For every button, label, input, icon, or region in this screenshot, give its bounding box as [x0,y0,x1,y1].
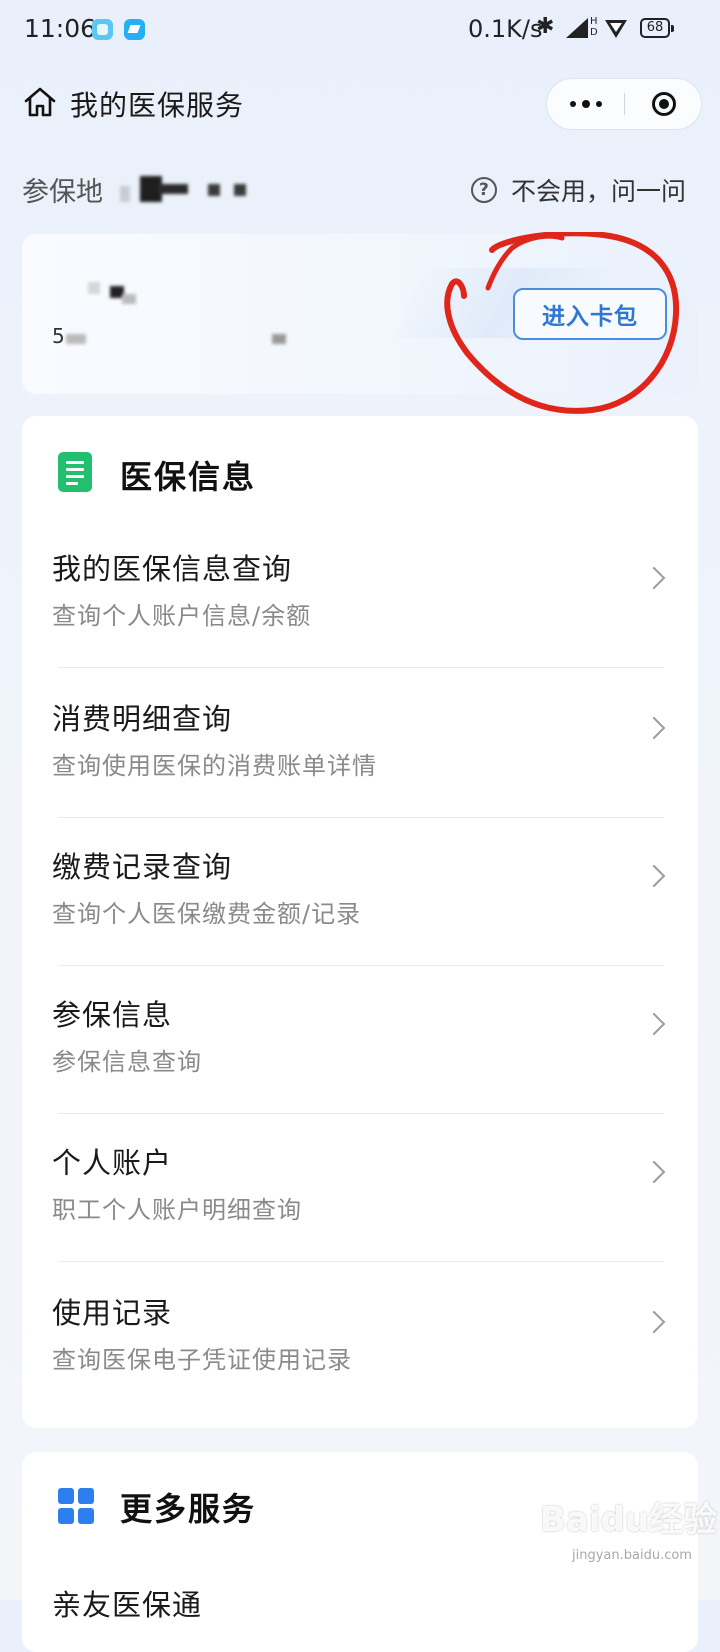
target-close-icon [651,92,676,116]
panel-title: 医保信息 [120,458,257,496]
enter-wallet-button[interactable]: 进入卡包 [513,288,667,340]
list-item-title: 个人账户 [52,1146,173,1180]
redacted-region-value [120,186,130,202]
app-notification-icon [124,19,145,40]
medical-insurance-card[interactable]: 5 进入卡包 [22,234,698,394]
chevron-right-icon [642,716,666,740]
document-icon [58,452,92,492]
chevron-right-icon [642,1160,666,1184]
help-text: 不会用，问一问 [510,177,686,206]
list-item[interactable]: 使用记录 查询医保电子凭证使用记录 [22,1260,698,1412]
list-item-title: 使用记录 [52,1296,173,1330]
list-item-subtitle: 查询使用医保的消费账单详情 [52,752,377,780]
chevron-right-icon [642,1310,666,1334]
question-circle-icon: ? [470,177,497,203]
redacted-id [66,334,86,344]
app-notification-icon [92,19,113,40]
list-item[interactable]: 消费明细查询 查询使用医保的消费账单详情 [22,666,698,818]
medical-info-panel: 医保信息 我的医保信息查询 查询个人账户信息/余额 消费明细查询 查询使用医保的… [22,416,698,1428]
chevron-right-icon [642,1012,666,1036]
list-item-subtitle: 查询医保电子凭证使用记录 [52,1346,352,1374]
signal-icon [566,18,588,38]
list-item-subtitle: 查询个人医保缴费金额/记录 [52,900,362,928]
status-time: 11:06 [24,14,97,43]
redacted-region-value [158,184,188,194]
bluetooth-icon: ✱ [536,14,555,39]
chevron-right-icon [642,864,666,888]
list-item-subtitle: 职工个人账户明细查询 [52,1196,302,1224]
list-item-subtitle: 参保信息查询 [52,1048,202,1076]
mini-program-capsule [546,78,702,130]
baidu-watermark-url: jingyan.baidu.com [572,1548,692,1563]
list-item[interactable]: 我的医保信息查询 查询个人账户信息/余额 [22,516,698,668]
nav-bar: 我的医保服务 [0,72,720,132]
list-item[interactable]: 缴费记录查询 查询个人医保缴费金额/记录 [22,814,698,966]
network-speed: 0.1K/s [468,15,543,43]
panel-header: 医保信息 [22,416,698,516]
chevron-right-icon [642,566,666,590]
home-icon[interactable] [22,84,58,120]
list-item[interactable]: 个人账户 职工个人账户明细查询 [22,1110,698,1262]
list-item-title[interactable]: 亲友医保通 [52,1582,202,1624]
redacted-region-value [208,184,220,196]
panel-title: 更多服务 [120,1490,257,1528]
redacted-name [122,294,136,304]
battery-icon: 68 [640,18,674,38]
list-item[interactable]: 参保信息 参保信息查询 [22,962,698,1114]
page-title: 我的医保服务 [70,89,245,122]
redacted-region-value [234,184,246,196]
insured-region-label: 参保地 [22,177,103,208]
help-link[interactable]: ? 不会用，问一问 [470,172,686,208]
status-bar: 11:06 0.1K/s ✱ HD 68 [0,0,720,60]
redacted-name [88,282,100,294]
list-item-title: 我的医保信息查询 [52,552,293,586]
more-dots-icon [569,101,576,107]
baidu-watermark: Baidu经验 [540,1500,718,1540]
hd-icon: HD [590,16,598,38]
redacted-id [272,334,286,344]
more-button[interactable] [547,79,624,129]
wifi-icon [605,20,627,38]
close-button[interactable] [625,79,702,129]
list-item-title: 缴费记录查询 [52,850,233,884]
grid-icon [58,1488,94,1524]
list-item-title: 消费明细查询 [52,702,233,736]
list-item-subtitle: 查询个人账户信息/余额 [52,602,312,630]
card-id-number: 5 [52,324,65,348]
list-item-title: 参保信息 [52,998,173,1032]
